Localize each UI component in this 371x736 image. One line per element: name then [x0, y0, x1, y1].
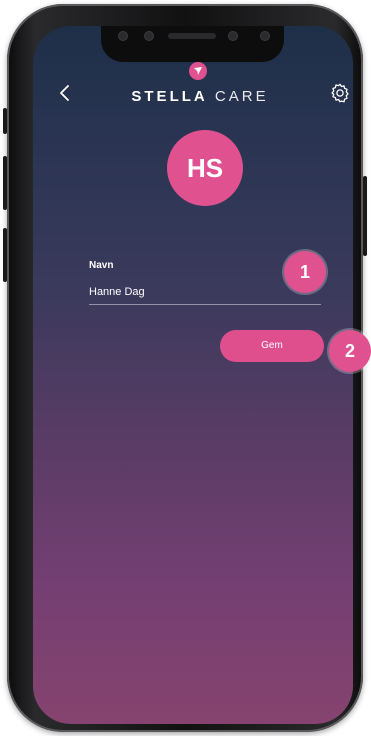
save-button[interactable]: Gem: [220, 330, 324, 362]
name-field-label: Navn: [89, 260, 114, 271]
gear-icon[interactable]: [329, 82, 351, 104]
chevron-left-icon[interactable]: [55, 82, 75, 104]
logo-text-bold: STELLA: [131, 88, 208, 105]
name-input[interactable]: [89, 282, 321, 302]
front-camera-secondary: [261, 32, 269, 40]
logo-text: STELLA CARE: [125, 88, 275, 105]
front-camera: [145, 32, 153, 40]
proximity-sensor: [229, 32, 237, 40]
paper-plane-icon: [189, 62, 207, 80]
mute-switch: [3, 108, 7, 134]
step-marker-2: 2: [329, 330, 371, 372]
volume-down-button: [3, 228, 7, 282]
app-screen: STELLA CARE HS Navn Gem: [33, 26, 353, 724]
front-sensor: [119, 32, 127, 40]
notch: [101, 26, 284, 62]
volume-up-button: [3, 156, 7, 210]
stella-care-logo: STELLA CARE: [125, 62, 275, 112]
avatar: HS: [167, 130, 243, 206]
step-marker-1: 1: [284, 251, 326, 293]
name-field[interactable]: [89, 282, 321, 305]
power-button: [363, 176, 367, 256]
logo-text-light: CARE: [214, 88, 269, 105]
stage: STELLA CARE HS Navn Gem 1 2: [0, 0, 371, 736]
earpiece-speaker: [168, 33, 216, 39]
